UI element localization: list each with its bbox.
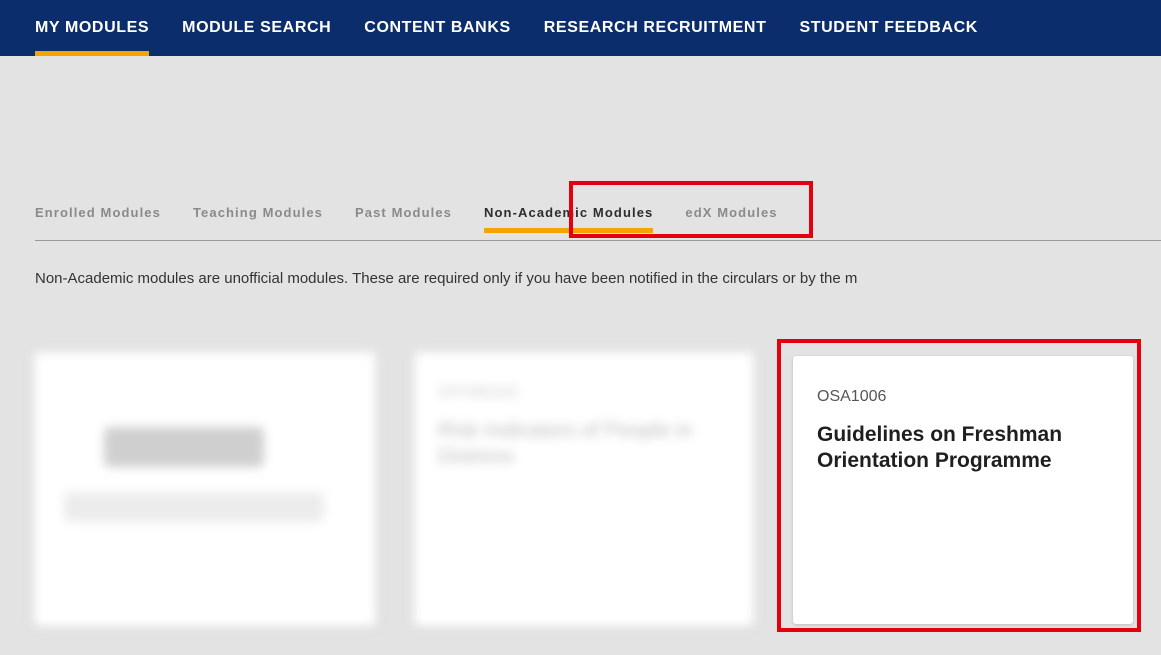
module-title: Risk Indicators of People in Distress (438, 419, 693, 468)
module-card-1[interactable] (34, 352, 376, 627)
module-tabs: Enrolled Modules Teaching Modules Past M… (35, 195, 1161, 241)
blurred-content (104, 427, 264, 467)
top-navigation: MY MODULES MODULE SEARCH CONTENT BANKS R… (0, 0, 1161, 56)
nav-my-modules[interactable]: MY MODULES (35, 0, 150, 56)
nav-research-recruitment[interactable]: RESEARCH RECRUITMENT (544, 0, 767, 56)
tab-edx-modules[interactable]: edX Modules (685, 195, 777, 220)
module-title[interactable]: Guidelines on Freshman Orientation Progr… (817, 422, 1117, 474)
tab-enrolled-modules[interactable]: Enrolled Modules (35, 195, 161, 220)
module-card-osa1006[interactable]: OSA1006 Guidelines on Freshman Orientati… (793, 356, 1133, 624)
nav-content-banks[interactable]: CONTENT BANKS (364, 0, 510, 56)
tab-teaching-modules[interactable]: Teaching Modules (193, 195, 323, 220)
non-academic-notice: Non-Academic modules are unofficial modu… (35, 270, 858, 287)
module-code: CFCM1101 (438, 384, 519, 401)
module-card-2[interactable]: CFCM1101 Risk Indicators of People in Di… (414, 352, 754, 627)
blurred-content (64, 492, 324, 522)
tab-past-modules[interactable]: Past Modules (355, 195, 452, 220)
nav-module-search[interactable]: MODULE SEARCH (182, 0, 331, 56)
nav-student-feedback[interactable]: STUDENT FEEDBACK (799, 0, 978, 56)
tab-non-academic-modules[interactable]: Non-Academic Modules (484, 195, 654, 233)
module-code: OSA1006 (817, 388, 887, 405)
